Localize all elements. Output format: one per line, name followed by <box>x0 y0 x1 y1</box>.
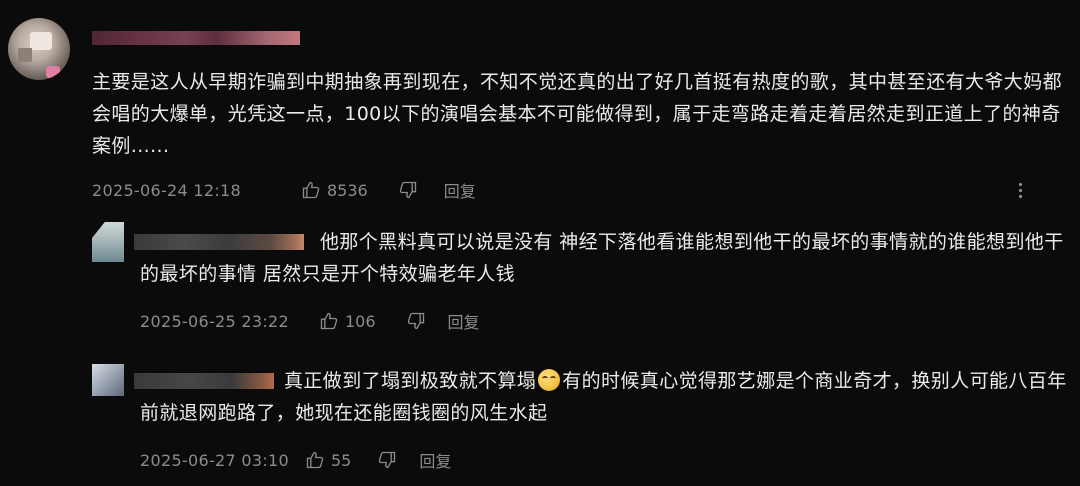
reply-button[interactable]: 回复 <box>419 448 451 472</box>
dislike-icon[interactable] <box>398 180 418 200</box>
reply-button[interactable]: 回复 <box>448 309 480 333</box>
reply-text-part: 有的时候真心觉得那艺娜是个商业奇才，换别人可能八百年前就退网跑路了，她现在还能圈… <box>140 370 1067 424</box>
reply-text-part: 真正做到了塌到极致就不算塌 <box>284 370 537 392</box>
like-icon[interactable] <box>319 311 339 331</box>
reply-button[interactable]: 回复 <box>444 178 476 202</box>
reply-meta: 2025-06-27 03:10 55 回复 <box>140 448 451 472</box>
reply-text: 他那个黑料真可以说是没有 神经下落他看谁能想到他干的最坏的事情就的谁能想到他干的… <box>140 231 1064 285</box>
comment-meta: 2025-06-24 12:18 8536 回复 <box>92 178 476 202</box>
comment-date: 2025-06-24 12:18 <box>92 180 241 200</box>
eye-roll-emoji-icon <box>538 369 561 391</box>
reply-avatar[interactable] <box>92 222 124 262</box>
more-vertical-icon[interactable] <box>1012 180 1028 202</box>
reply-text: 真正做到了塌到极致就不算塌 有的时候真心觉得那艺娜是个商业奇才，换别人可能八百年前… <box>140 365 1070 429</box>
like-count: 106 <box>344 311 376 331</box>
like-icon[interactable] <box>305 450 325 470</box>
reply-avatar[interactable] <box>92 364 124 396</box>
reply-date: 2025-06-27 03:10 <box>140 450 289 470</box>
username-blurred[interactable] <box>92 31 300 45</box>
reply-date: 2025-06-25 23:22 <box>140 311 289 331</box>
dislike-icon[interactable] <box>377 450 397 470</box>
like-count: 8536 <box>326 180 368 200</box>
comment-thread: 主要是这人从早期诈骗到中期抽象再到现在，不知不觉还真的出了好几首挺有热度的歌，其… <box>0 0 1080 486</box>
like-icon[interactable] <box>301 180 321 200</box>
dislike-icon[interactable] <box>406 311 426 331</box>
comment-text: 主要是这人从早期诈骗到中期抽象再到现在，不知不觉还真的出了好几首挺有热度的歌，其… <box>92 71 1063 157</box>
like-count: 55 <box>330 450 352 470</box>
avatar[interactable] <box>8 18 70 80</box>
reply-meta: 2025-06-25 23:22 106 回复 <box>140 309 480 333</box>
